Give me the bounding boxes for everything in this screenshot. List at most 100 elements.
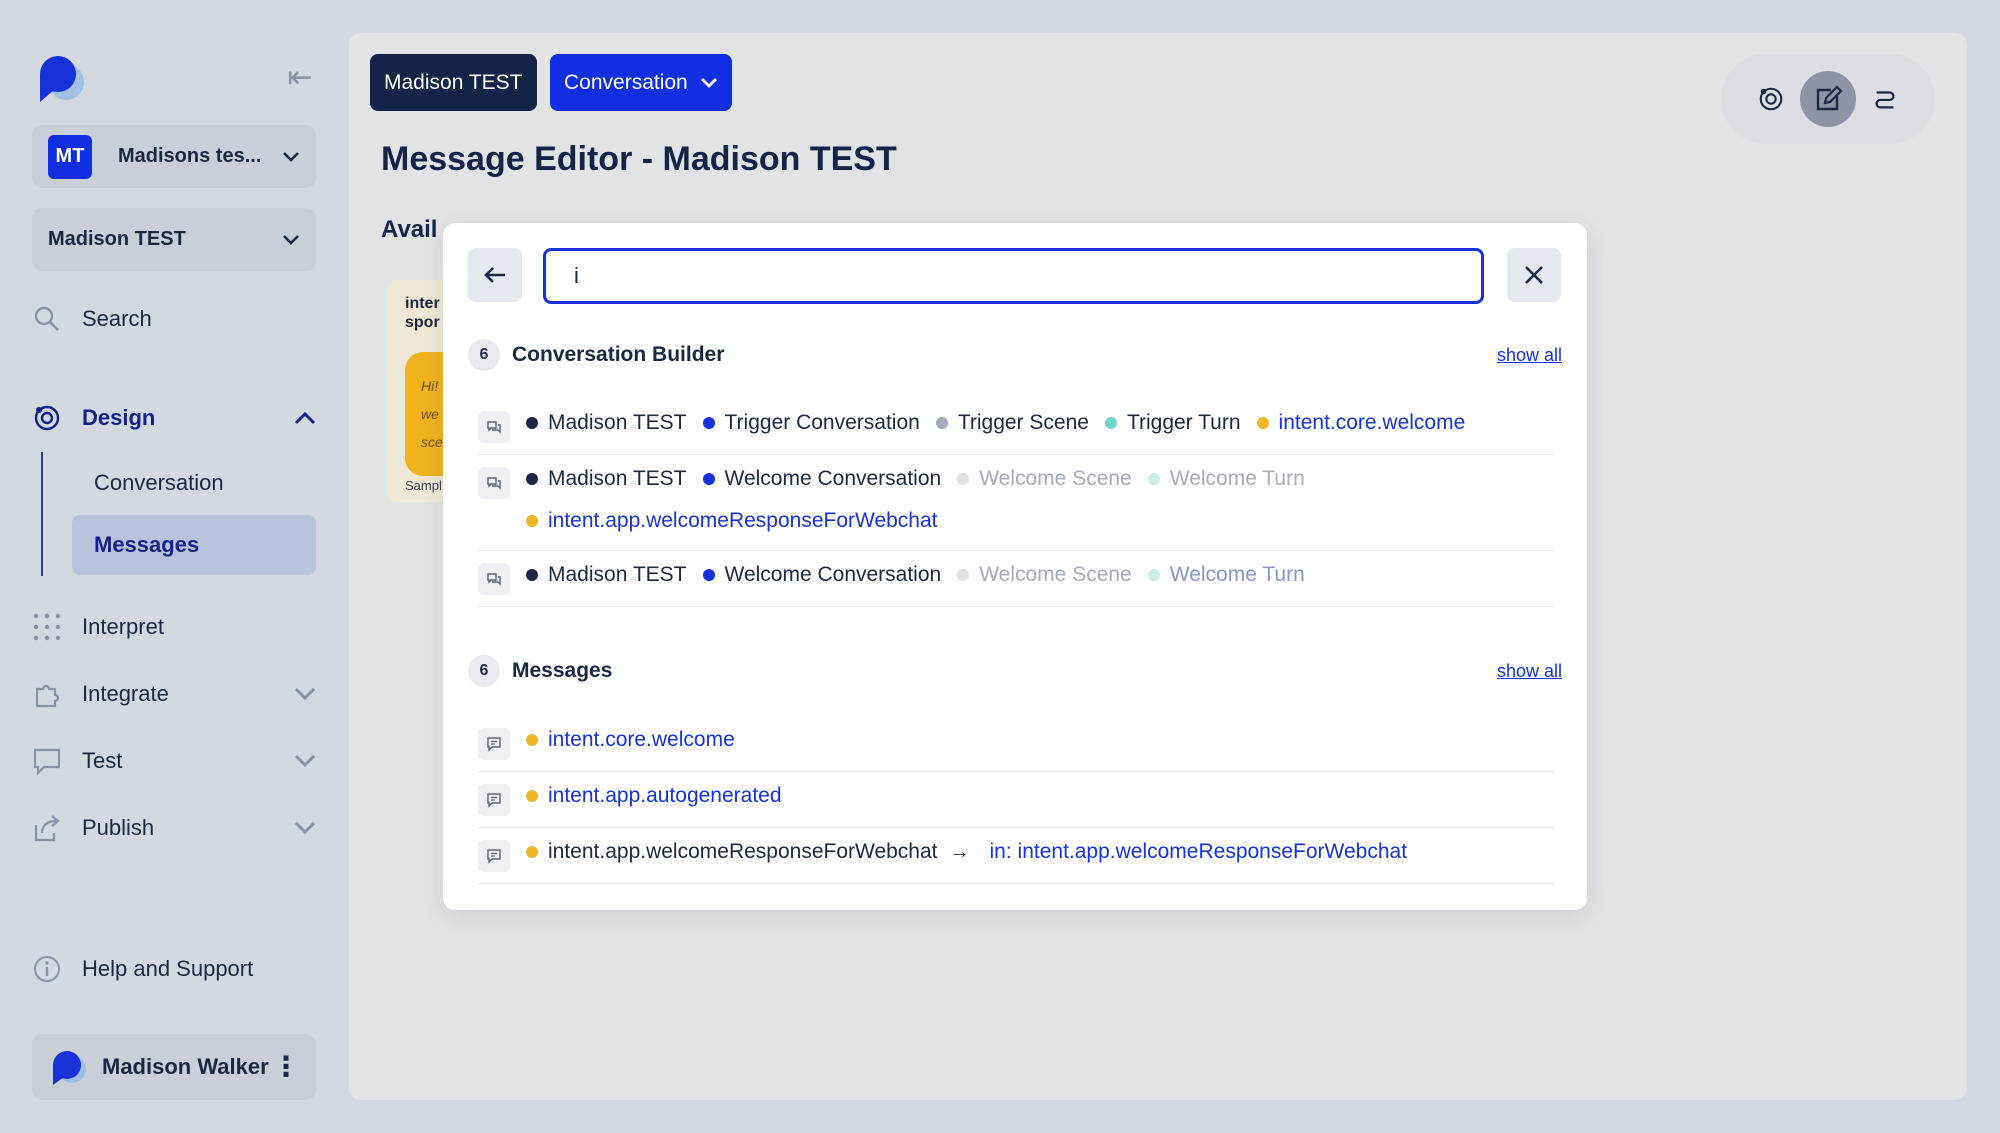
workspace-initials: MT [48, 134, 92, 179]
user-name: Madison Walker [102, 1054, 269, 1079]
path-label: Madison TEST [548, 411, 687, 434]
view-switcher [1721, 54, 1935, 144]
nav-design-label: Design [82, 405, 156, 430]
info-icon [32, 954, 62, 984]
arrow-left-icon [484, 267, 505, 283]
nav-integrate[interactable]: Integrate [32, 672, 316, 716]
message-card-text-line: we [421, 406, 439, 422]
message-icon [478, 784, 510, 816]
nav-help[interactable]: Help and Support [32, 947, 316, 991]
path-label: Welcome Scene [979, 563, 1132, 586]
edit-icon[interactable] [1800, 71, 1856, 127]
conversation-icon [478, 563, 510, 595]
result-path: intent.app.welcomeResponseForWebchat [526, 509, 954, 533]
result-row[interactable]: Madison TEST Welcome Conversation Welcome … [478, 455, 1554, 551]
conversation-builder-section-header: 6 Conversation Builder show all [468, 338, 1562, 372]
chevron-down-icon [700, 77, 717, 88]
path-token: Trigger Turn [1104, 411, 1241, 435]
design-subnav-line [41, 452, 43, 576]
in-label: in: [989, 840, 1012, 863]
path-label: Welcome Scene [979, 467, 1132, 490]
nav-messages[interactable]: Messages [72, 515, 316, 575]
path-label: Welcome Turn [1169, 563, 1305, 586]
search-icon [32, 304, 62, 334]
message-result: intent.core.welcome [526, 728, 751, 752]
workspace-name: Madisons tes... [118, 145, 262, 167]
path-dot [1147, 473, 1160, 485]
intent-dot [526, 846, 538, 858]
nav-interpret[interactable]: Interpret [32, 605, 316, 649]
message-card-footer: Sampl [405, 478, 442, 493]
message-result: intent.app.welcomeResponseForWebchat → i… [526, 840, 1423, 864]
path-dot [957, 473, 970, 485]
nav-conversation[interactable]: Conversation [72, 453, 316, 513]
result-count: 6 [468, 339, 500, 371]
breadcrumb-section-label: Conversation [564, 70, 688, 94]
app-logo[interactable] [32, 52, 88, 104]
nav-design[interactable]: Design [32, 396, 316, 440]
path-label: Trigger Conversation [724, 411, 920, 434]
chevron-down-icon [294, 821, 316, 835]
design-mode-icon[interactable] [1743, 71, 1799, 127]
path-token: Welcome Turn [1147, 563, 1305, 587]
breadcrumb-section[interactable]: Conversation [550, 54, 732, 111]
message-name: intent.app.welcomeResponseForWebchat [548, 840, 938, 863]
path-token: Madison TEST [526, 467, 687, 491]
nav-interpret-label: Interpret [82, 614, 164, 639]
user-menu[interactable]: Madison Walker ⋮ [32, 1034, 316, 1100]
workspace-select[interactable]: MT Madisons tes... [32, 125, 316, 188]
result-count: 6 [468, 655, 500, 687]
message-card-text-line: Hi! [421, 378, 439, 394]
path-token: Trigger Conversation [702, 411, 920, 435]
project-select[interactable]: Madison TEST [32, 208, 316, 271]
nav-search[interactable]: Search [32, 297, 316, 341]
path-label: Welcome Turn [1169, 467, 1305, 490]
path-label: intent.core.welcome [1278, 411, 1466, 434]
path-dot [1147, 569, 1160, 581]
path-token: Welcome Scene [957, 563, 1132, 587]
message-result-row[interactable]: intent.app.welcomeResponseForWebchat → i… [478, 828, 1554, 884]
path-label: Madison TEST [548, 563, 687, 586]
result-path: Madison TEST Welcome Conversation Welcome … [526, 563, 1321, 587]
path-dot [526, 569, 538, 581]
nav-help-label: Help and Support [82, 956, 254, 981]
path-dot [702, 569, 715, 581]
intent-dot [526, 790, 538, 802]
show-all-link[interactable]: show all [1497, 661, 1562, 682]
search-input[interactable] [543, 248, 1484, 304]
result-row[interactable]: Madison TEST Trigger Conversation Trigger … [478, 399, 1554, 455]
nav-search-label: Search [82, 306, 152, 331]
message-name: intent.app.autogenerated [548, 784, 782, 807]
more-vertical-icon[interactable]: ⋮ [272, 1053, 300, 1081]
path-label: Trigger Turn [1126, 411, 1241, 434]
message-result-row[interactable]: intent.core.welcome [478, 716, 1554, 772]
path-token: Welcome Turn [1147, 467, 1305, 491]
message-icon [478, 840, 510, 872]
result-row[interactable]: Madison TEST Welcome Conversation Welcome … [478, 551, 1554, 607]
flow-icon[interactable] [1857, 71, 1913, 127]
path-dot [1256, 417, 1269, 429]
path-label: Madison TEST [548, 467, 687, 490]
path-token: Madison TEST [526, 563, 687, 587]
back-button[interactable] [468, 248, 522, 302]
message-result-row[interactable]: intent.app.autogenerated [478, 772, 1554, 828]
path-label: Trigger Scene [957, 411, 1089, 434]
message-name: intent.core.welcome [548, 728, 735, 751]
message-token: intent.app.welcomeResponseForWebchat [526, 840, 938, 864]
puzzle-icon [32, 679, 62, 709]
interpret-icon [32, 612, 62, 642]
close-button[interactable] [1507, 248, 1561, 302]
path-dot [1104, 417, 1117, 429]
show-all-link[interactable]: show all [1497, 345, 1562, 366]
conversation-icon [478, 467, 510, 499]
nav-publish[interactable]: Publish [32, 806, 316, 850]
message-card-title-line1: inter [405, 295, 440, 312]
publish-icon [32, 813, 62, 843]
search-modal: 6 Conversation Builder show all Madison … [443, 223, 1587, 910]
messages-section-header: 6 Messages show all [468, 654, 1562, 688]
breadcrumb-project[interactable]: Madison TEST [370, 54, 537, 111]
collapse-sidebar-icon[interactable]: ⇤ [280, 60, 320, 96]
nav-test[interactable]: Test [32, 739, 316, 783]
message-icon [478, 728, 510, 760]
path-label: intent.app.welcomeResponseForWebchat [548, 509, 938, 532]
